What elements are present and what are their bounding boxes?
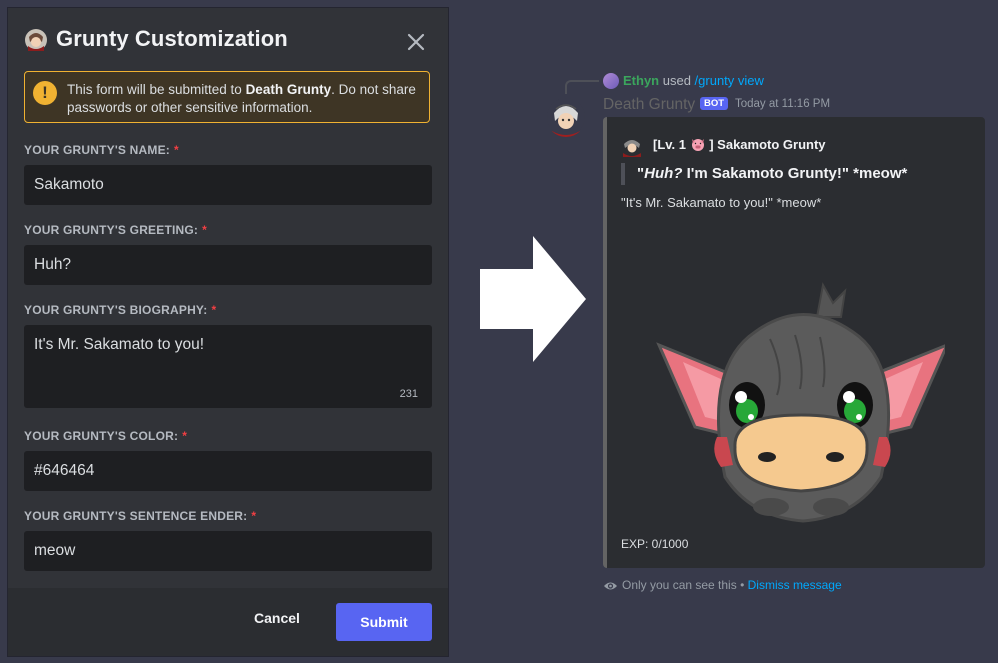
quote-rest: I'm Sakamoto Grunty!" *meow* [682,165,908,182]
name-input[interactable]: Sakamoto [24,165,432,205]
embed-greeting-quote: "Huh? I'm Sakamoto Grunty!" *meow* [621,163,907,185]
dismiss-message-link[interactable]: Dismiss message [748,578,842,592]
reply-context: Ethyn used /grunty view [623,73,764,88]
required-mark: * [174,143,179,157]
warning-prefix: This form will be submitted to [67,82,246,97]
quote-greeting: Huh? [644,165,683,182]
close-icon[interactable] [404,30,428,54]
cancel-button[interactable]: Cancel [254,610,300,626]
modal-header: Grunty Customization [8,8,448,72]
required-mark: * [182,429,188,443]
sentence-ender-input[interactable]: meow [24,531,432,571]
pig-icon [691,139,704,151]
color-label: YOUR GRUNTY'S COLOR: * [24,429,187,443]
color-label-text: YOUR GRUNTY'S COLOR: [24,429,179,443]
bot-avatar-icon [623,140,641,157]
user-avatar[interactable] [603,73,619,89]
bot-tag: BOT [700,97,729,110]
color-input[interactable]: #646464 [24,451,432,491]
embed-description: "It's Mr. Sakamato to you!" *meow* [621,195,822,210]
message-timestamp: Today at 11:16 PM [735,98,831,110]
required-mark: * [202,223,208,237]
warning-icon: ! [33,81,57,105]
sentence-ender-label-text: YOUR GRUNTY'S SENTENCE ENDER: [24,509,248,523]
arrow-right-icon [480,236,586,362]
warning-text: This form will be submitted to Death Gru… [67,81,422,117]
greeting-input[interactable]: Huh? [24,245,432,285]
bot-avatar-icon[interactable] [546,97,586,137]
message-author[interactable]: Death Grunty [603,96,695,114]
submit-button[interactable]: Submit [336,603,432,641]
modal-title: Grunty Customization [56,26,288,51]
char-counter: 231 [399,388,418,400]
greeting-label-text: YOUR GRUNTY'S GREETING: [24,223,199,237]
biography-value: It's Mr. Sakamato to you! [34,336,205,353]
name-label: YOUR GRUNTY'S NAME: * [24,143,179,157]
greeting-label: YOUR GRUNTY'S GREETING: * [24,223,207,237]
ephemeral-text: Only you can see this [622,578,737,592]
reply-used-text: used [659,73,695,88]
ephemeral-notice: Only you can see this • Dismiss message [603,578,842,592]
reply-username[interactable]: Ethyn [623,73,659,88]
biography-label: YOUR GRUNTY'S BIOGRAPHY: * [24,303,216,317]
embed-author: [Lv. 1 ] Sakamoto Grunty [653,137,826,152]
sentence-ender-label: YOUR GRUNTY'S SENTENCE ENDER: * [24,509,256,523]
bot-avatar-icon [25,29,47,51]
grunty-image[interactable] [655,277,945,527]
eye-icon [604,582,617,590]
warning-bot-name: Death Grunty [245,82,332,97]
command-link[interactable]: /grunty view [695,73,764,88]
reply-connector [565,80,599,94]
ephemeral-separator: • [736,578,748,592]
grunty-customization-modal: Grunty Customization ! This form will be… [8,8,448,656]
embed-author-prefix: [Lv. 1 [653,137,690,152]
required-mark: * [251,509,257,523]
name-label-text: YOUR GRUNTY'S NAME: [24,143,170,157]
required-mark: * [211,303,217,317]
biography-label-text: YOUR GRUNTY'S BIOGRAPHY: [24,303,208,317]
warning-banner: ! This form will be submitted to Death G… [24,71,430,123]
grunty-embed: [Lv. 1 ] Sakamoto Grunty "Huh? I'm Sakam… [603,117,985,568]
modal-footer: Cancel Submit [8,588,448,656]
embed-author-suffix: ] Sakamoto Grunty [709,137,826,152]
embed-exp: EXP: 0/1000 [621,537,689,551]
biography-textarea[interactable]: It's Mr. Sakamato to you! 231 [24,325,432,408]
